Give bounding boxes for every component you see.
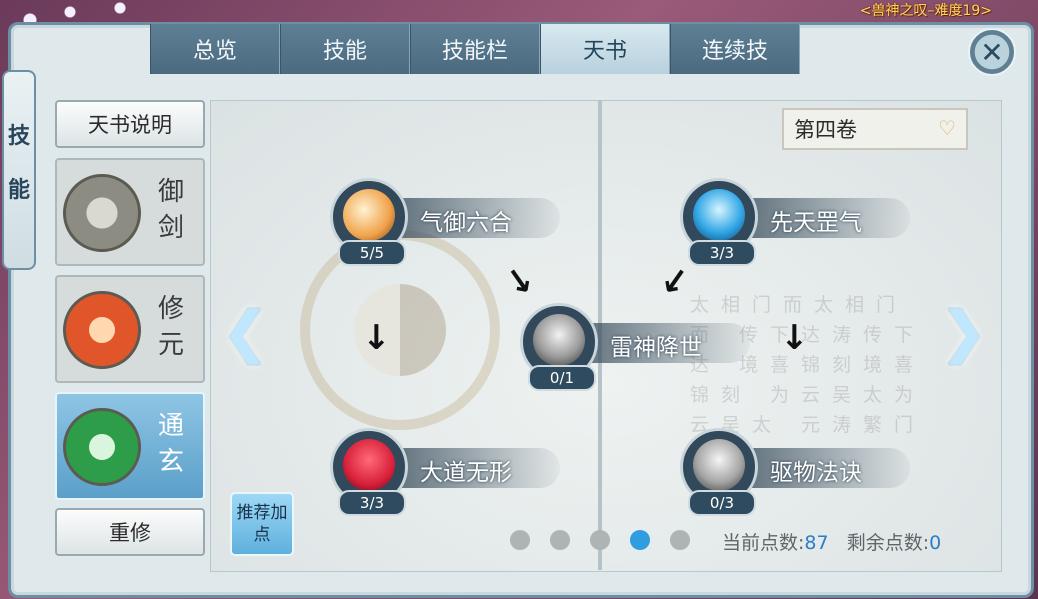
tab-combo[interactable]: 连续技 xyxy=(670,24,800,74)
tab-overview[interactable]: 总览 xyxy=(150,24,280,74)
page-dot-active[interactable] xyxy=(630,530,650,550)
shield-skill-icon xyxy=(343,439,395,491)
jade-emblem-icon xyxy=(63,408,141,486)
tab-skillbar[interactable]: 技能栏 xyxy=(410,24,540,74)
tab-skills[interactable]: 技能 xyxy=(280,24,410,74)
spirit-skill-icon xyxy=(693,439,745,491)
skill-node[interactable]: 雷神降世 0/1 xyxy=(520,303,770,393)
school-tongxuan[interactable]: 通玄 xyxy=(55,392,205,500)
close-button[interactable]: ✕ xyxy=(968,28,1016,76)
volume-label: 第四卷 xyxy=(794,118,857,142)
page-dots xyxy=(510,530,690,550)
thunder-skill-icon xyxy=(533,314,585,366)
skill-count: 0/1 xyxy=(528,365,596,391)
book-explain-button[interactable]: 天书说明 xyxy=(55,100,205,148)
page-dot[interactable] xyxy=(670,530,690,550)
school-name: 御剑 xyxy=(157,177,184,243)
skill-name: 先天罡气 xyxy=(770,210,862,236)
chevron-down-icon: ♡ xyxy=(938,116,956,140)
reset-button[interactable]: 重修 xyxy=(55,508,205,556)
school-xiuyuan[interactable]: 修元 xyxy=(55,275,205,383)
skill-count: 3/3 xyxy=(338,490,406,516)
school-yujian[interactable]: 御剑 xyxy=(55,158,205,266)
skill-name: 气御六合 xyxy=(420,210,512,236)
close-icon: ✕ xyxy=(980,35,1004,69)
skill-count: 5/5 xyxy=(338,240,406,266)
recommend-points-button[interactable]: 推荐加点 xyxy=(230,492,294,556)
current-points-label: 当前点数: xyxy=(722,532,805,554)
skill-node[interactable]: 大道无形 3/3 xyxy=(330,428,580,518)
prev-page-arrow-icon[interactable]: ❮ xyxy=(222,300,269,365)
skill-name: 雷神降世 xyxy=(610,335,702,361)
skill-count: 3/3 xyxy=(688,240,756,266)
tab-heavenly-book[interactable]: 天书 xyxy=(540,24,670,74)
arrow-down-icon: ↓ xyxy=(362,318,391,358)
school-name: 通玄 xyxy=(157,411,184,477)
remaining-points-label: 剩余点数: xyxy=(846,532,930,554)
arrow-down-icon: ↓ xyxy=(780,318,809,358)
volume-select[interactable]: 第四卷 ♡ xyxy=(782,108,968,150)
skill-name: 大道无形 xyxy=(420,460,512,486)
tab-bar: 总览 技能 技能栏 天书 连续技 xyxy=(150,24,800,74)
qi-skill-icon xyxy=(693,189,745,241)
flame-emblem-icon xyxy=(63,291,141,369)
skill-node[interactable]: 驱物法诀 0/3 xyxy=(680,428,930,518)
page-dot[interactable] xyxy=(550,530,570,550)
points-summary: 当前点数:87 剩余点数:0 xyxy=(722,528,941,555)
skill-name: 驱物法诀 xyxy=(770,460,862,486)
school-name: 修元 xyxy=(157,294,184,360)
fire-skill-icon xyxy=(343,189,395,241)
skill-node[interactable]: 先天罡气 3/3 xyxy=(680,178,930,268)
side-tab-skills[interactable]: 技 能 xyxy=(2,70,36,270)
next-page-arrow-icon[interactable]: ❯ xyxy=(940,300,987,365)
map-status-text: <兽神之叹–难度19> xyxy=(859,3,992,19)
side-tab-char: 技 xyxy=(7,124,30,149)
school-column: 天书说明 御剑 修元 通玄 重修 xyxy=(55,100,207,556)
page-dot[interactable] xyxy=(590,530,610,550)
skill-count: 0/3 xyxy=(688,490,756,516)
remaining-points-value: 0 xyxy=(929,532,942,554)
side-tab-char: 能 xyxy=(7,178,30,203)
skill-node[interactable]: 气御六合 5/5 xyxy=(330,178,580,268)
page-dot[interactable] xyxy=(510,530,530,550)
current-points-value: 87 xyxy=(804,532,829,554)
sword-emblem-icon xyxy=(63,174,141,252)
